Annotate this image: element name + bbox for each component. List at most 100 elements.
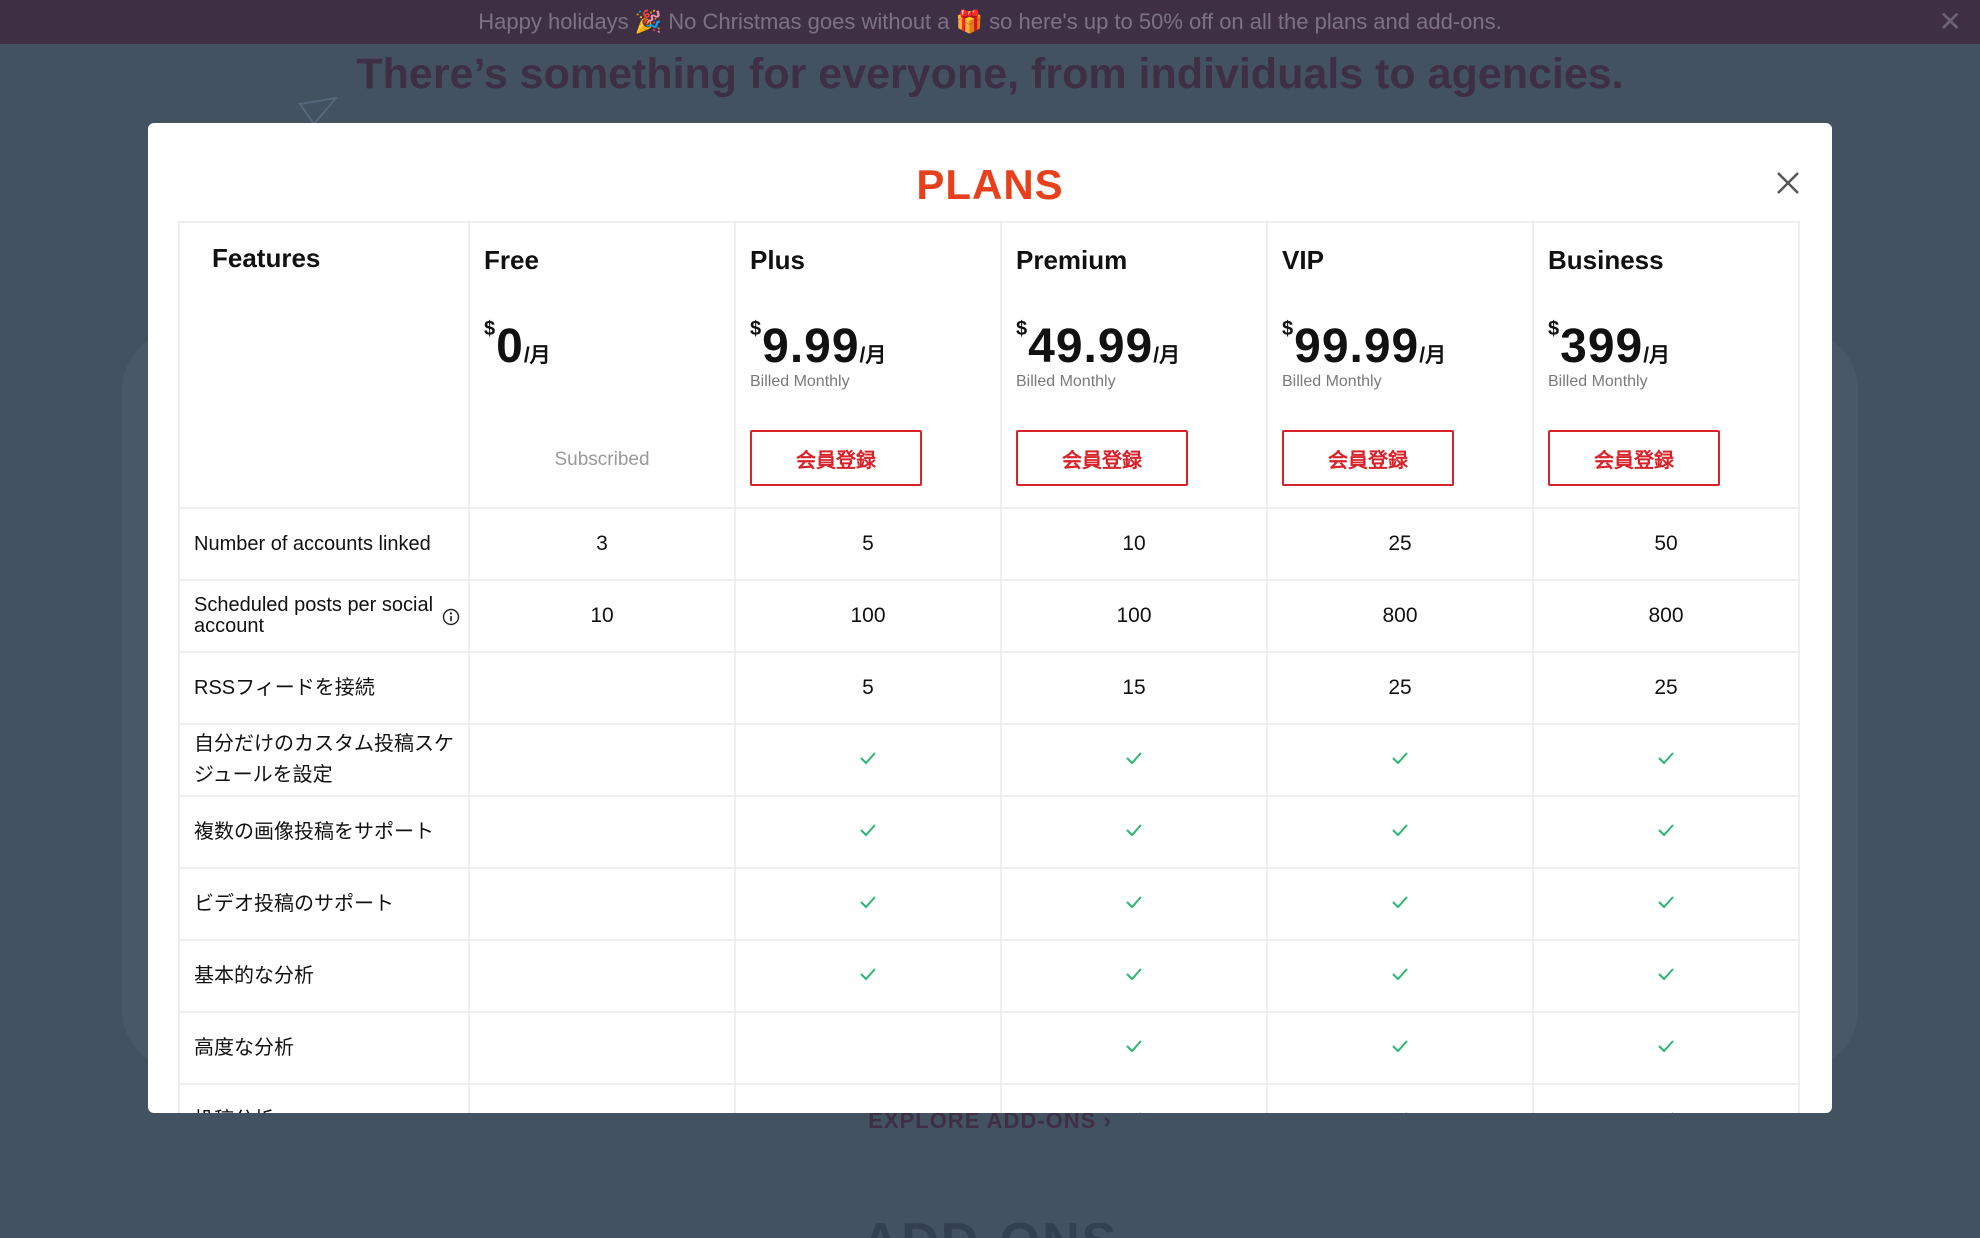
- feature-label-cell: 自分だけのカスタム投稿スケジュールを設定: [178, 725, 470, 795]
- banner-close-icon[interactable]: ✕: [1939, 6, 1962, 38]
- check-icon: [858, 964, 878, 988]
- price-amount: 49.99: [1028, 320, 1154, 373]
- feature-value-cell: [736, 1013, 1002, 1083]
- feature-label: ビデオ投稿のサポート: [194, 892, 394, 915]
- feature-value-cell: [1002, 941, 1268, 1011]
- feature-value: 50: [1654, 532, 1678, 555]
- table-row: RSSフィードを接続 5 15 25 25: [178, 653, 1800, 725]
- subscribe-button-business[interactable]: 会員登録: [1548, 430, 1720, 486]
- table-row: 自分だけのカスタム投稿スケジュールを設定: [178, 725, 1800, 797]
- modal-title: PLANS: [916, 161, 1064, 208]
- check-icon: [1656, 1036, 1676, 1060]
- price-amount: 9.99: [762, 320, 860, 373]
- feature-value-cell: 5: [736, 653, 1002, 723]
- feature-value-cell: 25: [1268, 653, 1534, 723]
- feature-value-cell: 100: [736, 581, 1002, 651]
- price-period: /月: [523, 344, 551, 367]
- check-icon: [858, 748, 878, 772]
- feature-value-cell: [470, 653, 736, 723]
- feature-value-cell: [1534, 941, 1800, 1011]
- table-row: 複数の画像投稿をサポート: [178, 797, 1800, 869]
- plan-name: Business: [1548, 245, 1664, 275]
- feature-value-cell: [1534, 725, 1800, 795]
- feature-value-cell: [1534, 1013, 1800, 1083]
- table-row: 投稿分析: [178, 1085, 1800, 1113]
- feature-label: 投稿分析: [194, 1105, 274, 1114]
- feature-label: Number of accounts linked: [194, 532, 431, 555]
- feature-value-cell: [1268, 1085, 1534, 1113]
- paper-plane-icon: [298, 96, 338, 126]
- feature-label-cell: 高度な分析: [178, 1013, 470, 1083]
- check-icon: [1124, 892, 1144, 916]
- plans-modal: PLANS Features Free $0/月 Subscribed Plus…: [148, 123, 1832, 1113]
- feature-value: 25: [1388, 676, 1412, 699]
- table-row: ビデオ投稿のサポート: [178, 869, 1800, 941]
- close-icon[interactable]: [1768, 163, 1808, 203]
- plan-name: Plus: [750, 245, 805, 275]
- feature-value-cell: [736, 797, 1002, 867]
- feature-label: 基本的な分析: [194, 964, 314, 987]
- table-row: Number of accounts linked 3 5 10 25 50: [178, 509, 1800, 581]
- feature-value: 10: [590, 604, 614, 627]
- price-amount: 0: [496, 320, 524, 373]
- feature-value-cell: [470, 1085, 736, 1113]
- price-currency: $: [484, 318, 497, 340]
- feature-value-cell: 5: [736, 509, 1002, 579]
- check-icon: [1390, 892, 1410, 916]
- feature-label: Scheduled posts per social account: [194, 594, 434, 637]
- feature-value-cell: [736, 869, 1002, 939]
- feature-value-cell: 10: [470, 581, 736, 651]
- feature-value: 100: [850, 604, 886, 627]
- page-heading: There’s something for everyone, from ind…: [356, 50, 1624, 98]
- feature-value-cell: [1534, 797, 1800, 867]
- price-period: /月: [1419, 344, 1447, 367]
- feature-value-cell: [736, 1085, 1002, 1113]
- feature-value-cell: [1002, 1013, 1268, 1083]
- price-currency: $: [1016, 318, 1029, 340]
- subscribed-status: Subscribed: [554, 449, 650, 470]
- feature-value: 5: [862, 532, 874, 555]
- subscribe-button-vip[interactable]: 会員登録: [1282, 430, 1454, 486]
- feature-value-cell: 800: [1534, 581, 1800, 651]
- feature-value: 5: [862, 676, 874, 699]
- feature-value: 25: [1654, 676, 1678, 699]
- price-period: /月: [1153, 344, 1181, 367]
- feature-value-cell: [470, 941, 736, 1011]
- addons-heading: ADD-ONS: [0, 1212, 1980, 1238]
- feature-label-cell: 複数の画像投稿をサポート: [178, 797, 470, 867]
- plan-name: VIP: [1282, 245, 1324, 275]
- feature-value-cell: 10: [1002, 509, 1268, 579]
- check-icon: [1124, 1036, 1144, 1060]
- feature-value-cell: [736, 725, 1002, 795]
- subscribe-button-plus[interactable]: 会員登録: [750, 430, 922, 486]
- check-icon: [1390, 964, 1410, 988]
- feature-value-cell: 800: [1268, 581, 1534, 651]
- check-icon: [858, 820, 878, 844]
- feature-value: 100: [1116, 604, 1152, 627]
- features-header: Features: [212, 243, 321, 273]
- subscribe-button-premium[interactable]: 会員登録: [1016, 430, 1188, 486]
- feature-label: 高度な分析: [194, 1036, 294, 1059]
- feature-value-cell: 25: [1534, 653, 1800, 723]
- plan-price: $9.99/月: [750, 319, 886, 373]
- check-icon: [1656, 1108, 1676, 1113]
- feature-rows: Number of accounts linked 3 5 10 25 50 Schedul…: [178, 509, 1800, 1113]
- check-icon: [1390, 1036, 1410, 1060]
- feature-value-cell: 15: [1002, 653, 1268, 723]
- price-amount: 99.99: [1294, 320, 1420, 373]
- feature-value-cell: [1002, 797, 1268, 867]
- feature-value-cell: [736, 941, 1002, 1011]
- plan-price: $399/月: [1548, 319, 1670, 371]
- price-currency: $: [750, 318, 763, 340]
- banner-text: Happy holidays 🎉 No Christmas goes witho…: [478, 9, 1502, 34]
- feature-value: 800: [1382, 604, 1418, 627]
- features-header-cell: Features: [178, 223, 470, 507]
- check-icon: [1124, 820, 1144, 844]
- feature-value-cell: [1268, 941, 1534, 1011]
- feature-value: 25: [1388, 532, 1412, 555]
- plan-free: Free $0/月 Subscribed: [470, 223, 736, 507]
- price-currency: $: [1548, 318, 1561, 340]
- info-icon[interactable]: [442, 608, 460, 626]
- feature-value: 15: [1122, 676, 1146, 699]
- feature-value-cell: [1534, 1085, 1800, 1113]
